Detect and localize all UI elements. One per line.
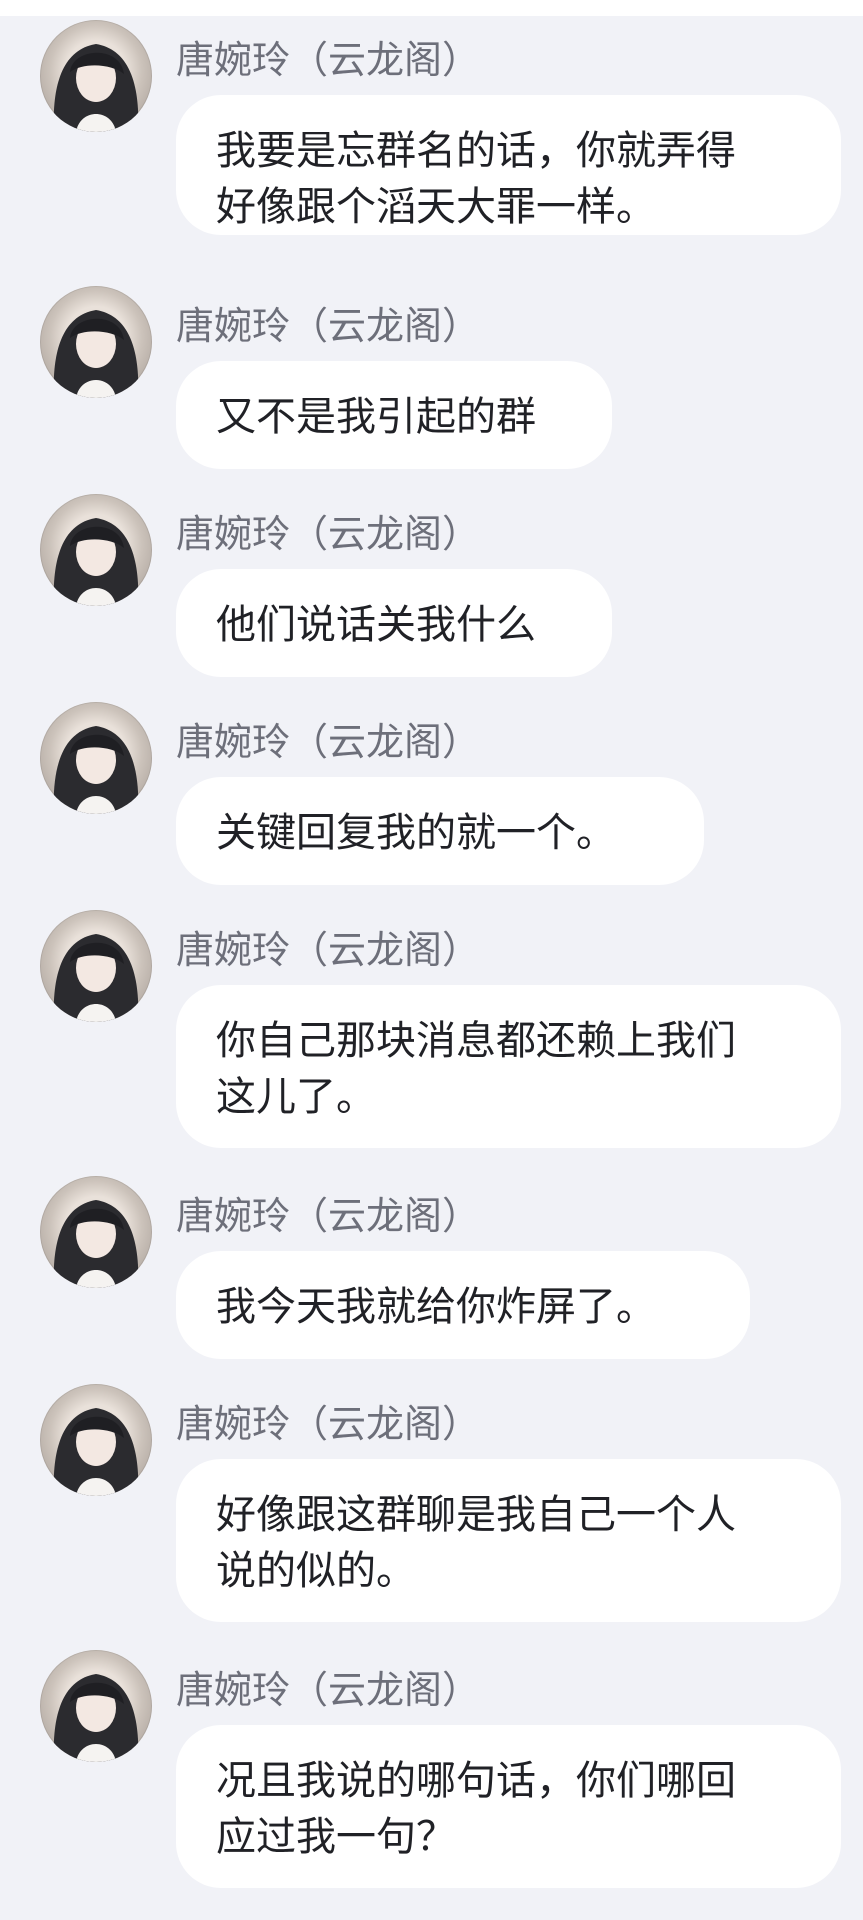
sender-name: 唐婉玲（云龙阁） xyxy=(176,38,481,82)
sender-name: 唐婉玲（云龙阁） xyxy=(176,720,481,764)
message-bubble[interactable]: 我今天我就给你炸屏了。 xyxy=(176,1251,750,1359)
message-bubble[interactable]: 况且我说的哪句话，你们哪回 应过我一句？ xyxy=(176,1725,841,1888)
avatar[interactable] xyxy=(40,1176,152,1288)
user-photo-avatar-icon xyxy=(53,1674,139,1762)
avatar[interactable] xyxy=(40,910,152,1022)
user-photo-avatar-icon xyxy=(53,726,139,814)
avatar[interactable] xyxy=(40,1650,152,1762)
avatar[interactable] xyxy=(40,20,152,132)
user-photo-avatar-icon xyxy=(53,934,139,1022)
user-photo-avatar-icon xyxy=(53,1200,139,1288)
message-bubble[interactable]: 关键回复我的就一个。 xyxy=(176,777,704,885)
user-photo-avatar-icon xyxy=(53,1408,139,1496)
avatar[interactable] xyxy=(40,1384,152,1496)
message-bubble[interactable]: 你自己那块消息都还赖上我们 这儿了。 xyxy=(176,985,841,1148)
user-photo-avatar-icon xyxy=(53,310,139,398)
message-bubble[interactable]: 我要是忘群名的话，你就弄得 好像跟个滔天大罪一样。 xyxy=(176,95,841,235)
user-photo-avatar-icon xyxy=(53,44,139,132)
chat-message-list[interactable]: 唐婉玲（云龙阁） 我要是忘群名的话，你就弄得 好像跟个滔天大罪一样。 唐婉玲（云… xyxy=(0,0,863,1920)
avatar[interactable] xyxy=(40,702,152,814)
avatar[interactable] xyxy=(40,286,152,398)
sender-name: 唐婉玲（云龙阁） xyxy=(176,928,481,972)
sender-name: 唐婉玲（云龙阁） xyxy=(176,304,481,348)
sender-name: 唐婉玲（云龙阁） xyxy=(176,1668,481,1712)
message-bubble[interactable]: 他们说话关我什么 xyxy=(176,569,612,677)
message-bubble[interactable]: 好像跟这群聊是我自己一个人 说的似的。 xyxy=(176,1459,841,1622)
sender-name: 唐婉玲（云龙阁） xyxy=(176,512,481,556)
sender-name: 唐婉玲（云龙阁） xyxy=(176,1194,481,1238)
user-photo-avatar-icon xyxy=(53,518,139,606)
avatar[interactable] xyxy=(40,494,152,606)
message-bubble[interactable]: 又不是我引起的群 xyxy=(176,361,612,469)
sender-name: 唐婉玲（云龙阁） xyxy=(176,1402,481,1446)
